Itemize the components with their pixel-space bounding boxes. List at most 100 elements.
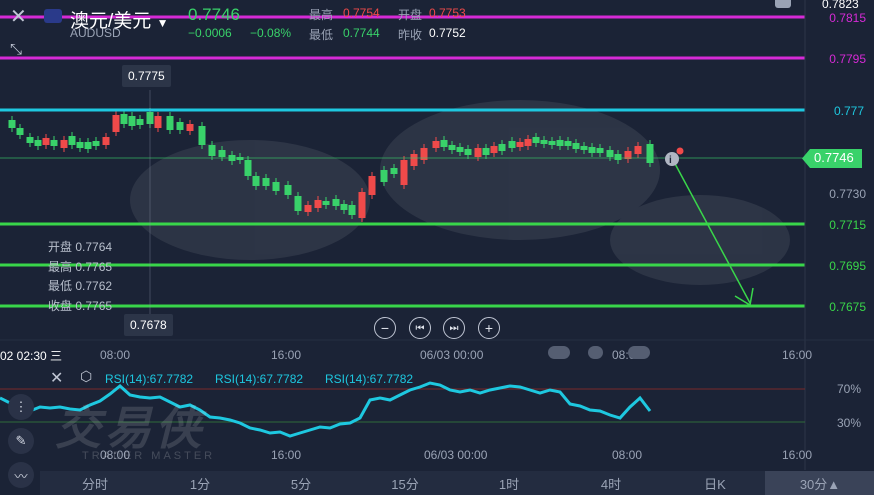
level-price-0.7695: 0.7695 bbox=[829, 259, 866, 273]
collapse-icon[interactable]: ⤡ bbox=[10, 40, 30, 60]
zoom-out-button[interactable]: − bbox=[374, 317, 396, 339]
candle-body bbox=[580, 146, 588, 150]
bell-icon[interactable] bbox=[775, 0, 791, 8]
candle-body bbox=[490, 146, 498, 153]
low-label: 最低 bbox=[309, 28, 334, 42]
candle-body bbox=[646, 144, 654, 163]
rsi-label-1: RSI(14):67.7782 bbox=[105, 372, 194, 386]
candle-body bbox=[482, 148, 490, 155]
toggle-icon-a[interactable] bbox=[548, 346, 570, 359]
candle-body bbox=[60, 140, 68, 148]
candle-body bbox=[400, 160, 408, 185]
time-label-3: 06/03 00:00 bbox=[420, 348, 484, 362]
candle-body bbox=[368, 176, 376, 195]
candle-body bbox=[34, 140, 42, 146]
close-icon[interactable]: ✕ bbox=[10, 7, 30, 27]
tab-30min[interactable]: 30分▲ bbox=[790, 474, 850, 495]
rsi-level-high: 70% bbox=[837, 382, 862, 396]
candle-body bbox=[252, 176, 260, 186]
level-price-0.777: 0.777 bbox=[833, 104, 864, 118]
candle-body bbox=[572, 143, 580, 149]
level-price-0.7715: 0.7715 bbox=[829, 218, 866, 232]
rsi-time-4: 08:00 bbox=[612, 448, 643, 462]
high-value: 0.7754 bbox=[343, 6, 380, 20]
level-price-0.7815: 0.7815 bbox=[829, 11, 866, 25]
candle-body bbox=[464, 149, 472, 155]
drawing-tools-icon[interactable]: ⋮ bbox=[8, 394, 34, 420]
scroll-end-button[interactable]: ⏭ bbox=[443, 317, 465, 339]
svg-text:i: i bbox=[669, 155, 672, 166]
indicator-icon[interactable]: 〰 bbox=[8, 462, 34, 488]
candle-body bbox=[564, 141, 572, 146]
time-label-5: 16:00 bbox=[782, 348, 813, 362]
candle-body bbox=[380, 170, 388, 182]
settings-icon[interactable]: ⬡ bbox=[80, 368, 92, 385]
candle-body bbox=[588, 147, 596, 153]
tab-4hour[interactable]: 4时 bbox=[586, 474, 636, 495]
level-price-0.7795: 0.7795 bbox=[829, 52, 866, 66]
candle-body bbox=[390, 168, 398, 174]
tab-1min[interactable]: 1分 bbox=[175, 474, 225, 495]
candle-body bbox=[606, 150, 614, 157]
candle-body bbox=[218, 150, 226, 157]
candle-body bbox=[102, 137, 110, 145]
candle-body bbox=[508, 141, 516, 148]
candle-body bbox=[440, 140, 448, 147]
candle-body bbox=[332, 199, 340, 206]
candle-body bbox=[26, 137, 34, 143]
rsi-level-low: 30% bbox=[837, 416, 862, 430]
candle-body bbox=[516, 142, 524, 147]
rsi-time-2: 16:00 bbox=[271, 448, 302, 462]
candle-body bbox=[76, 142, 84, 148]
candle-body bbox=[154, 116, 162, 128]
pen-icon[interactable]: ✎ bbox=[8, 428, 34, 454]
candle-body bbox=[634, 146, 642, 154]
tab-5min[interactable]: 5分 bbox=[276, 474, 326, 495]
candle-body bbox=[304, 205, 312, 212]
tab-timeline[interactable]: 分时 bbox=[70, 474, 120, 495]
candle-body bbox=[474, 148, 482, 157]
toggle-icon-c[interactable] bbox=[628, 346, 650, 359]
candle-body bbox=[112, 115, 120, 132]
candle-body bbox=[166, 116, 174, 130]
candle-body bbox=[548, 141, 556, 145]
candle-body bbox=[524, 139, 532, 146]
ohlc-low: 最低 0.7762 bbox=[48, 279, 113, 293]
candle-body bbox=[348, 205, 356, 215]
toggle-icon-b[interactable] bbox=[588, 346, 603, 359]
candle-body bbox=[456, 147, 464, 152]
open-label: 开盘 bbox=[398, 8, 423, 22]
candle-body bbox=[294, 196, 302, 211]
tab-15min[interactable]: 15分 bbox=[380, 474, 430, 495]
candle-body bbox=[208, 145, 216, 156]
candle-body bbox=[186, 124, 194, 131]
candle-body bbox=[8, 120, 16, 128]
scroll-start-button[interactable]: ⏮ bbox=[409, 317, 431, 339]
price-change: −0.0006 bbox=[188, 26, 232, 40]
rsi-time-5: 16:00 bbox=[782, 448, 813, 462]
pair-symbol: AUDUSD bbox=[70, 26, 121, 40]
prev-close-label: 昨收 bbox=[398, 28, 423, 42]
rsi-time-3: 06/03 00:00 bbox=[424, 448, 488, 462]
tab-daily[interactable]: 日K bbox=[690, 474, 740, 495]
candle-body bbox=[432, 141, 440, 148]
candle-body bbox=[358, 192, 366, 218]
open-value: 0.7753 bbox=[429, 6, 466, 20]
candle-body bbox=[448, 145, 456, 150]
candle-body bbox=[198, 126, 206, 145]
candle-body bbox=[314, 200, 322, 208]
ohlc-high: 最高 0.7765 bbox=[48, 259, 113, 274]
close-rsi-icon[interactable]: ✕ bbox=[50, 368, 63, 388]
candle-body bbox=[556, 140, 564, 146]
tab-1hour[interactable]: 1时 bbox=[484, 474, 534, 495]
price-change-pct: −0.08% bbox=[250, 26, 292, 40]
candle-body bbox=[532, 137, 540, 143]
candle-body bbox=[244, 160, 252, 176]
low-marker: 0.7678 bbox=[124, 314, 173, 336]
candle-body bbox=[284, 185, 292, 195]
candle-body bbox=[322, 201, 330, 205]
candle-body bbox=[540, 140, 548, 144]
candle-body bbox=[614, 154, 622, 160]
candle-body bbox=[50, 140, 58, 146]
zoom-in-button[interactable]: + bbox=[478, 317, 500, 339]
